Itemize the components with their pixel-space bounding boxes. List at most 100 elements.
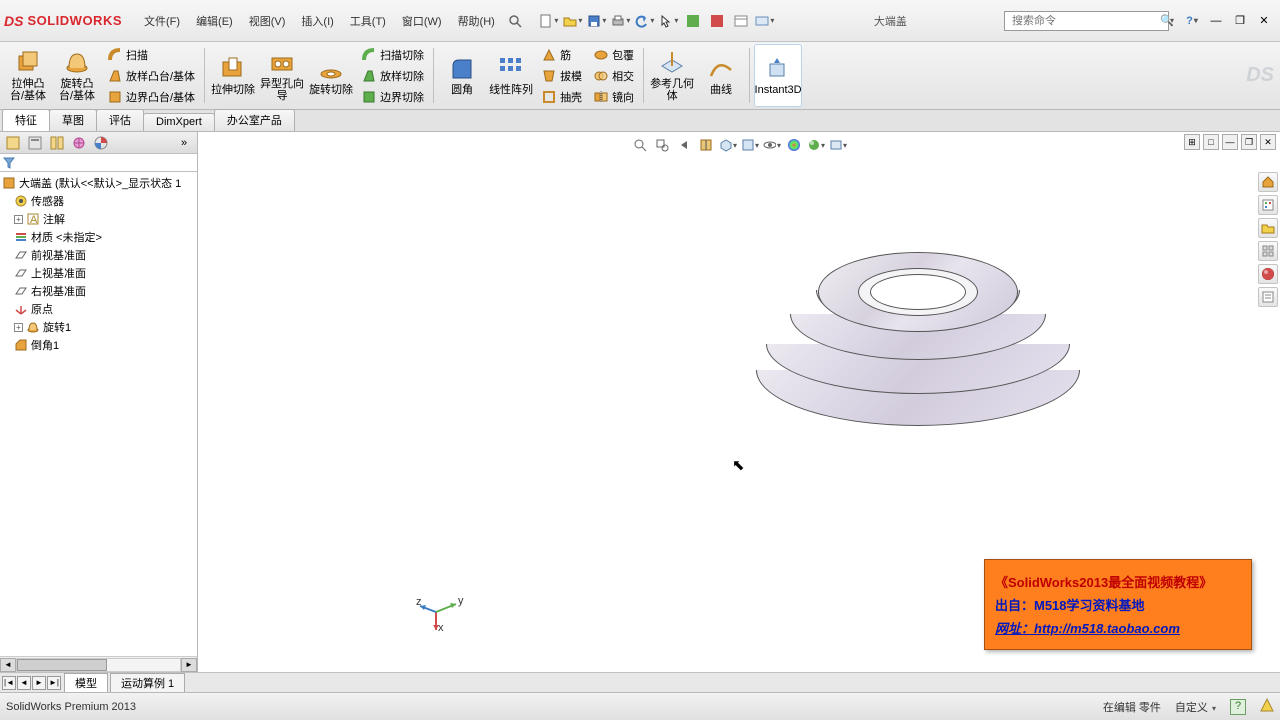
menu-edit[interactable]: 编辑(E)	[188, 10, 241, 32]
tab-features[interactable]: 特征	[2, 109, 50, 131]
feature-manager-tab-icon[interactable]	[3, 134, 23, 152]
search-help-icon[interactable]	[505, 11, 525, 31]
tab-dimxpert[interactable]: DimXpert	[143, 113, 215, 131]
section-view-icon[interactable]	[697, 136, 715, 154]
edit-appearance-icon[interactable]	[785, 136, 803, 154]
tree-annotations[interactable]: + A 注解	[0, 210, 197, 228]
reference-geometry-button[interactable]: 参考几何体	[648, 44, 696, 107]
fillet-button[interactable]: 圆角	[438, 44, 486, 107]
sw-resources-icon[interactable]	[1258, 172, 1278, 192]
menu-view[interactable]: 视图(V)	[241, 10, 294, 32]
vp-max-icon[interactable]: ❐	[1241, 134, 1257, 150]
undo-icon[interactable]: ▾	[635, 11, 655, 31]
expand-icon[interactable]: +	[14, 215, 23, 224]
tree-material[interactable]: 材质 <未指定>	[0, 228, 197, 246]
tree-filter-bar[interactable]	[0, 154, 197, 172]
graphics-viewport[interactable]: ▾ ▾ ▾ ▾ ▾ ⊞ □ — ❐ ✕	[198, 132, 1280, 692]
vp-tile-icon[interactable]: ⊞	[1184, 134, 1200, 150]
tab-evaluate[interactable]: 评估	[96, 109, 144, 131]
display-style-icon[interactable]: ▾	[741, 136, 759, 154]
wrap-button[interactable]: 包覆	[590, 45, 637, 65]
rib-button[interactable]: 筋	[538, 45, 585, 65]
tab-office[interactable]: 办公室产品	[214, 109, 295, 131]
menu-help[interactable]: 帮助(H)	[450, 10, 503, 32]
view-orientation-icon[interactable]: ▾	[719, 136, 737, 154]
print-icon[interactable]: ▾	[611, 11, 631, 31]
view-palette-icon[interactable]	[1258, 241, 1278, 261]
display-manager-tab-icon[interactable]	[91, 134, 111, 152]
sweep-cut-button[interactable]: 扫描切除	[358, 45, 427, 65]
appearances-icon[interactable]	[1258, 264, 1278, 284]
configuration-manager-tab-icon[interactable]	[47, 134, 67, 152]
apply-scene-icon[interactable]: ▾	[807, 136, 825, 154]
dimxpert-manager-tab-icon[interactable]	[69, 134, 89, 152]
scroll-thumb[interactable]	[17, 659, 107, 671]
view-settings-icon[interactable]: ▾	[829, 136, 847, 154]
extrude-boss-button[interactable]: 拉伸凸台/基体	[4, 44, 52, 107]
tab-nav-last-icon[interactable]: ►|	[47, 676, 61, 690]
tree-front-plane[interactable]: 前视基准面	[0, 246, 197, 264]
tree-chamfer1[interactable]: 倒角1	[0, 336, 197, 354]
vp-single-icon[interactable]: □	[1203, 134, 1219, 150]
options-icon[interactable]	[731, 11, 751, 31]
tab-model[interactable]: 模型	[64, 673, 108, 693]
search-scope-dropdown[interactable]: ▾	[1170, 16, 1174, 25]
select-icon[interactable]: ▾	[659, 11, 679, 31]
extrude-cut-button[interactable]: 拉伸切除	[209, 44, 257, 107]
menu-file[interactable]: 文件(F)	[136, 10, 188, 32]
file-explorer-icon[interactable]	[1258, 218, 1278, 238]
intersect-button[interactable]: 相交	[590, 66, 637, 86]
scroll-track[interactable]	[16, 658, 181, 672]
hide-show-icon[interactable]: ▾	[763, 136, 781, 154]
zoom-fit-icon[interactable]	[631, 136, 649, 154]
instant3d-button[interactable]: Instant3D	[754, 44, 802, 107]
status-custom[interactable]: 自定义 ▾	[1175, 699, 1216, 715]
tree-sensors[interactable]: 传感器	[0, 192, 197, 210]
open-doc-icon[interactable]: ▾	[563, 11, 583, 31]
vp-min-icon[interactable]: —	[1222, 134, 1238, 150]
command-search[interactable]: 🔍	[1004, 11, 1169, 31]
zoom-area-icon[interactable]	[653, 136, 671, 154]
tree-right-plane[interactable]: 右视基准面	[0, 282, 197, 300]
menu-window[interactable]: 窗口(W)	[394, 10, 450, 32]
scroll-right-icon[interactable]: ►	[181, 658, 197, 672]
hole-wizard-button[interactable]: 异型孔向导	[258, 44, 306, 107]
tree-root[interactable]: 大端盖 (默认<<默认>_显示状态 1	[0, 174, 197, 192]
previous-view-icon[interactable]	[675, 136, 693, 154]
new-doc-icon[interactable]: ▾	[539, 11, 559, 31]
window-restore-icon[interactable]: ❐	[1230, 11, 1250, 31]
tree-revolve1[interactable]: + 旋转1	[0, 318, 197, 336]
menu-insert[interactable]: 插入(I)	[293, 10, 341, 32]
tree-top-plane[interactable]: 上视基准面	[0, 264, 197, 282]
tab-sketch[interactable]: 草图	[49, 109, 97, 131]
save-icon[interactable]: ▾	[587, 11, 607, 31]
orientation-triad-icon[interactable]: x y z	[416, 592, 466, 632]
vp-close-icon[interactable]: ✕	[1260, 134, 1276, 150]
custom-properties-icon[interactable]	[1258, 287, 1278, 307]
curves-button[interactable]: 曲线	[697, 44, 745, 107]
status-help-icon[interactable]: ?	[1230, 699, 1246, 715]
rebuild-icon[interactable]	[683, 11, 703, 31]
revolve-cut-button[interactable]: 旋转切除	[307, 44, 355, 107]
command-search-input[interactable]	[1009, 15, 1157, 27]
window-minimize-icon[interactable]: —	[1206, 11, 1226, 31]
property-manager-tab-icon[interactable]	[25, 134, 45, 152]
sweep-button[interactable]: 扫描	[104, 45, 198, 65]
draft-button[interactable]: 拔模	[538, 66, 585, 86]
expand-icon[interactable]: +	[14, 323, 23, 332]
loft-button[interactable]: 放样凸台/基体	[104, 66, 198, 86]
tree-horizontal-scrollbar[interactable]: ◄ ►	[0, 656, 197, 672]
loft-cut-button[interactable]: 放样切除	[358, 66, 427, 86]
linear-pattern-button[interactable]: 线性阵列	[487, 44, 535, 107]
tab-nav-next-icon[interactable]: ►	[32, 676, 46, 690]
revolve-boss-button[interactable]: 旋转凸台/基体	[53, 44, 101, 107]
feature-tree[interactable]: 大端盖 (默认<<默认>_显示状态 1 传感器 + A 注解 材质 <未指定> …	[0, 172, 197, 692]
panel-expand-icon[interactable]: »	[174, 134, 194, 152]
shell-button[interactable]: 抽壳	[538, 87, 585, 107]
status-rebuild-indicator-icon[interactable]	[1260, 698, 1274, 715]
tab-nav-first-icon[interactable]: |◄	[2, 676, 16, 690]
menu-tools[interactable]: 工具(T)	[342, 10, 394, 32]
tab-nav-prev-icon[interactable]: ◄	[17, 676, 31, 690]
scroll-left-icon[interactable]: ◄	[0, 658, 16, 672]
boundary-cut-button[interactable]: 边界切除	[358, 87, 427, 107]
